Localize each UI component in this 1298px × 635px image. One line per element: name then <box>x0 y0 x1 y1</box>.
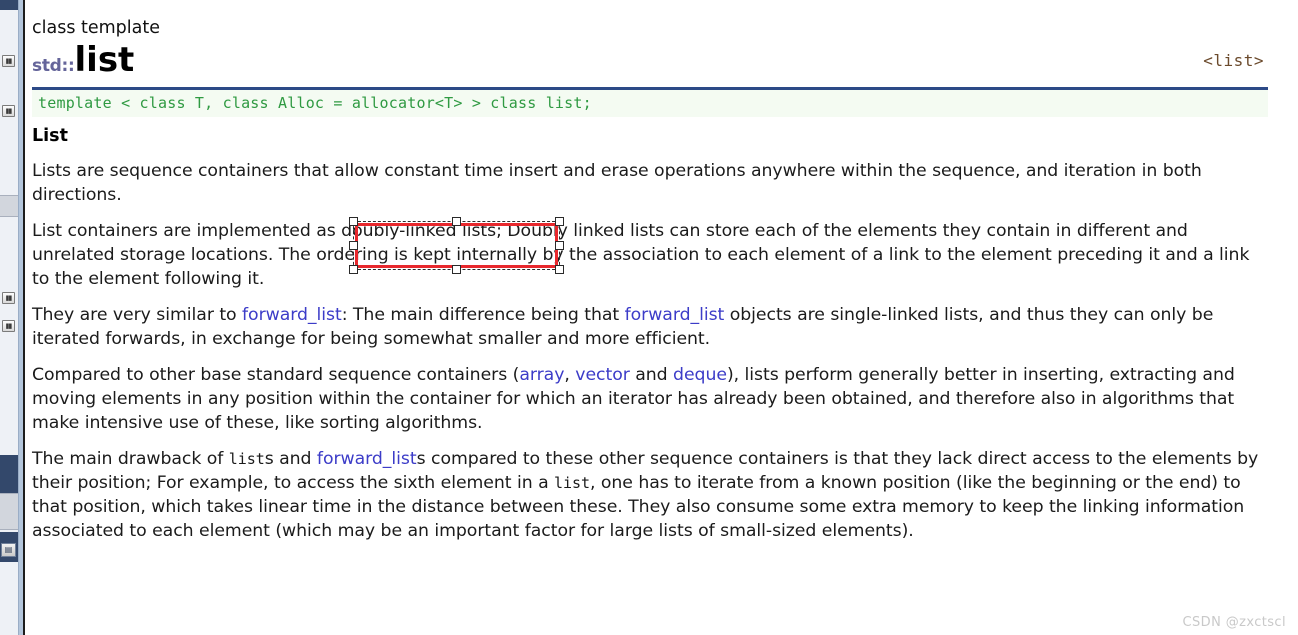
link-array[interactable]: array <box>519 365 564 385</box>
annotation-rectangle <box>355 223 558 268</box>
text-fragment: : The main difference being that <box>341 305 625 326</box>
pause-button[interactable]: ▮▮ <box>2 55 15 67</box>
link-deque[interactable]: deque <box>673 365 727 385</box>
inline-code-list: list <box>228 450 265 469</box>
paragraph-forward-list-comparison: They are very similar to forward_list: T… <box>32 303 1268 351</box>
paragraph-container-comparison: Compared to other base standard sequence… <box>32 363 1268 435</box>
chrome-titlebar-strip <box>0 0 18 10</box>
text-fragment: The main drawback of <box>32 449 229 470</box>
page-header: class template std::list <list> <box>32 18 1268 80</box>
resize-handle-sw[interactable] <box>349 265 358 274</box>
chrome-row-strip <box>0 195 18 217</box>
page-kicker: class template <box>32 18 161 38</box>
resize-handle-n[interactable] <box>452 217 461 226</box>
section-heading: List <box>32 126 68 147</box>
app-tile[interactable]: ▤ <box>1 543 16 557</box>
text-fragment: Compared to other base standard sequence… <box>32 365 520 386</box>
text-fragment: and <box>629 365 674 386</box>
paragraph-implementation: List containers are implemented as doubl… <box>32 221 1250 290</box>
pause-button[interactable]: ▮▮ <box>2 105 15 117</box>
paragraph-intro: Lists are sequence containers that allow… <box>32 161 1202 206</box>
resize-handle-se[interactable] <box>555 265 564 274</box>
text-fragment: They are very similar to <box>32 305 243 326</box>
resize-handle-nw[interactable] <box>349 217 358 226</box>
watermark: CSDN @zxctscl <box>1182 615 1286 630</box>
reference-document: class template std::list <list> template… <box>25 0 1298 635</box>
title-row: std::list <list> <box>32 40 1268 80</box>
pause-button[interactable]: ▮▮ <box>2 292 15 304</box>
text-fragment: , <box>564 365 576 386</box>
window-border <box>23 0 25 635</box>
chrome-panel-strip <box>0 455 18 493</box>
paragraph-drawbacks: The main drawback of lists and forward_l… <box>32 447 1268 543</box>
red-rectangle-annotation[interactable] <box>349 217 564 274</box>
title-text: list <box>74 40 135 81</box>
declaration-code-block: template < class T, class Alloc = alloca… <box>32 87 1268 118</box>
pause-button[interactable]: ▮▮ <box>2 320 15 332</box>
resize-handle-ne[interactable] <box>555 217 564 226</box>
resize-handle-w[interactable] <box>349 241 358 250</box>
link-forward-list[interactable]: forward_list <box>242 305 342 325</box>
link-forward-list[interactable]: forward_list <box>317 449 417 469</box>
resize-handle-s[interactable] <box>452 265 461 274</box>
page-title: std::list <box>32 40 1268 86</box>
text-fragment: s and <box>264 449 317 470</box>
link-vector[interactable]: vector <box>575 365 630 385</box>
chrome-toolbar-strip <box>0 493 18 530</box>
inline-code-list: list <box>554 474 590 493</box>
header-include-name: <list> <box>1203 51 1264 71</box>
left-window-edge: ▮▮ ▮▮ ▮▮ ▮▮ ▤ <box>0 0 25 635</box>
resize-handle-e[interactable] <box>555 241 564 250</box>
link-forward-list[interactable]: forward_list <box>625 305 725 325</box>
namespace-prefix: std:: <box>32 56 75 77</box>
